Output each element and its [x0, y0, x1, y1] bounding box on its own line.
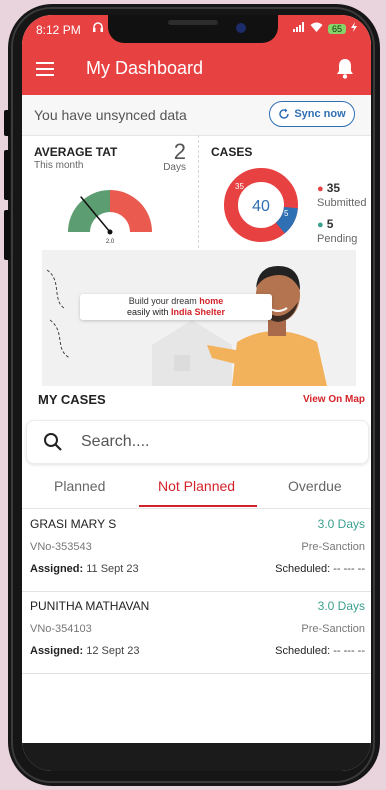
active-tab-indicator	[139, 505, 257, 507]
hamburger-menu-icon[interactable]	[36, 62, 54, 80]
app-title: My Dashboard	[86, 58, 204, 78]
case-scheduled: Scheduled: -- --- --	[275, 645, 365, 657]
promo-banner[interactable]: Build your dream home easily with India …	[42, 250, 356, 386]
legend-pending: ● 5	[317, 217, 334, 231]
tagline-highlight-2: India Shelter	[171, 307, 226, 317]
submitted-count: 35	[326, 181, 341, 195]
legend-submitted: ● 35	[317, 181, 341, 195]
case-tabs: Planned Not Planned Overdue	[22, 475, 371, 509]
camera-notch	[108, 15, 278, 43]
tagline-text-1: Build your dream	[128, 296, 200, 306]
average-tat-card: AVERAGE TAT This month 2 Days 2.0	[22, 135, 199, 253]
case-assigned: Assigned: 11 Sept 23	[30, 563, 139, 575]
scheduled-value: -- --- --	[333, 563, 365, 575]
case-name: PUNITHA MATHAVAN	[30, 599, 150, 613]
phone-volume-down-button	[4, 210, 10, 260]
case-days: 3.0 Days	[317, 517, 365, 531]
tat-unit: Days	[163, 162, 186, 173]
app-bar: My Dashboard	[22, 43, 371, 95]
tat-period: This month	[34, 160, 84, 171]
assigned-label: Assigned:	[30, 645, 84, 657]
cases-title: CASES	[211, 145, 253, 159]
wifi-icon	[310, 22, 323, 35]
case-days: 3.0 Days	[317, 599, 365, 613]
sync-now-button[interactable]: Sync now	[269, 101, 355, 127]
search-bar	[26, 420, 369, 464]
view-on-map-link[interactable]: View On Map	[303, 394, 365, 405]
scheduled-value: -- --- --	[333, 645, 365, 657]
case-row[interactable]: GRASI MARY S 3.0 Days VNo-353543 Pre-San…	[22, 509, 371, 592]
case-stage: Pre-Sanction	[301, 623, 365, 635]
tab-not-planned[interactable]: Not Planned	[158, 478, 235, 494]
speaker-grill	[168, 20, 218, 25]
headphones-icon	[92, 21, 104, 36]
tab-planned[interactable]: Planned	[54, 478, 105, 494]
donut-total: 40	[252, 198, 270, 215]
charging-icon	[351, 22, 357, 35]
search-icon	[44, 433, 62, 451]
search-input[interactable]	[79, 430, 343, 454]
case-name: GRASI MARY S	[30, 517, 117, 531]
banner-tagline: Build your dream home easily with India …	[80, 294, 272, 320]
pending-count: 5	[326, 217, 334, 231]
bottom-navigation-area	[22, 743, 371, 771]
gauge-red-segment	[110, 190, 152, 232]
assigned-label: Assigned:	[30, 563, 84, 575]
cases-summary-card: CASES 40 35 5 ● 35 Submitted ● 5 Pending	[199, 135, 371, 253]
tat-gauge: 2.0	[68, 190, 152, 245]
my-cases-heading: MY CASES	[38, 392, 106, 407]
gauge-needle-end	[107, 229, 113, 235]
unsynced-banner: You have unsynced data Sync now	[22, 95, 371, 136]
unsynced-message: You have unsynced data	[34, 107, 187, 123]
phone-side-button	[4, 110, 10, 136]
case-stage: Pre-Sanction	[301, 541, 365, 553]
notification-bell-icon[interactable]	[335, 57, 355, 79]
case-row[interactable]: PUNITHA MATHAVAN 3.0 Days VNo-354103 Pre…	[22, 591, 371, 674]
sync-icon	[279, 108, 290, 119]
signal-icon	[292, 22, 305, 35]
donut-submitted-label: 35	[235, 182, 244, 191]
scheduled-label: Scheduled:	[275, 645, 331, 657]
gauge-green-segment	[68, 190, 110, 232]
front-camera	[236, 23, 246, 33]
phone-volume-up-button	[4, 150, 10, 200]
tagline-highlight-1: home	[199, 296, 224, 306]
donut-pending-label: 5	[284, 209, 289, 218]
gauge-value: 2.0	[106, 239, 115, 245]
case-assigned: Assigned: 12 Sept 23	[30, 645, 139, 657]
tat-title: AVERAGE TAT	[34, 145, 118, 159]
scheduled-label: Scheduled:	[275, 563, 331, 575]
status-time: 8:12 PM	[36, 23, 81, 37]
legend-submitted-label: Submitted	[317, 197, 367, 209]
case-vno: VNo-353543	[30, 541, 92, 553]
tab-overdue[interactable]: Overdue	[288, 478, 342, 494]
legend-pending-label: Pending	[317, 233, 358, 245]
assigned-date: 11 Sept 23	[86, 563, 139, 575]
assigned-date: 12 Sept 23	[86, 645, 140, 657]
sync-now-label: Sync now	[294, 108, 346, 120]
app-screen: 8:12 PM 65 My Dashboard You have unsynce…	[22, 15, 371, 771]
case-vno: VNo-354103	[30, 623, 92, 635]
tagline-text-2: easily with	[126, 307, 171, 317]
battery-icon: 65	[327, 23, 346, 34]
cases-donut-chart: 40 35 5	[224, 168, 298, 242]
case-scheduled: Scheduled: -- --- --	[275, 563, 365, 575]
